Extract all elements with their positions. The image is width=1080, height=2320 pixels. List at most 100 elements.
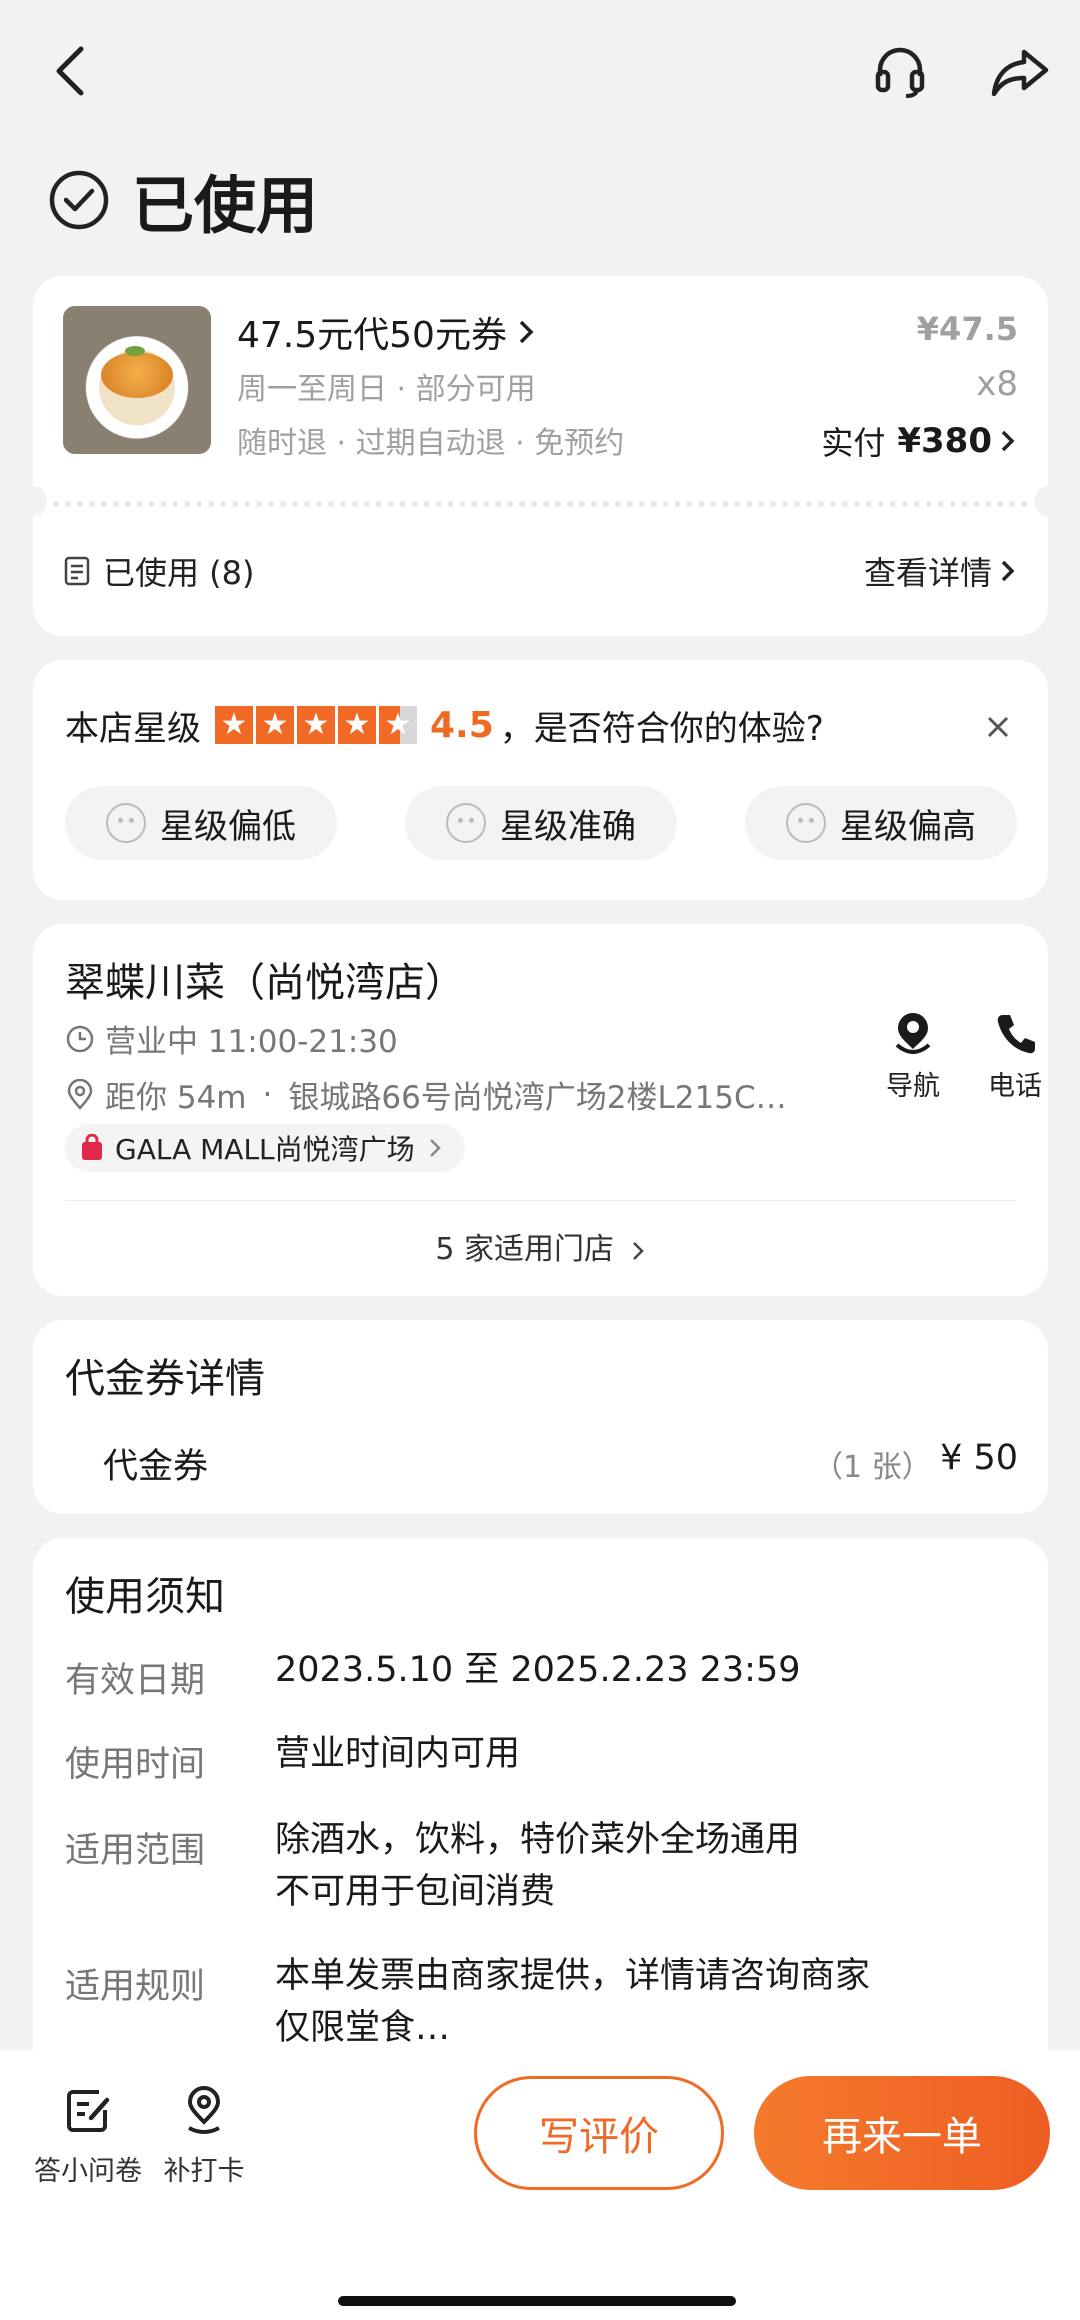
headset-icon <box>875 47 925 98</box>
receipt-icon <box>64 556 90 586</box>
checkin-button[interactable]: 补打卡 <box>158 2086 250 2188</box>
order-card: 47.5元代50元券 周一至周日 · 部分可用 随时退 · 过期自动退 · 免预… <box>19 276 1062 636</box>
notice-value-time: 营业时间内可用 <box>275 1734 521 1774</box>
store-hours: 营业中 11:00-21:30 <box>105 1024 398 1060</box>
close-button[interactable] <box>973 702 1023 752</box>
rating-score: 4.5 <box>430 704 494 746</box>
applicable-stores-label: 5 家适用门店 <box>435 1232 615 1267</box>
mall-tag[interactable]: GALA MALL尚悦湾广场 <box>65 1124 465 1172</box>
store-address-row[interactable]: 距你 54m · 银城路66号尚悦湾广场2楼L215C… <box>65 1072 787 1117</box>
applicable-stores-link[interactable]: 5 家适用门店 <box>33 1224 1048 1268</box>
status-header: 已使用 <box>48 160 318 242</box>
notice-value-validity: 2023.5.10 至 2025.2.23 23:59 <box>275 1650 801 1690</box>
rating-high-button[interactable]: 星级偏高 <box>745 786 1017 860</box>
rating-accurate-label: 星级准确 <box>500 806 636 847</box>
frown-face-icon <box>106 803 146 843</box>
location-pin-icon <box>67 1078 93 1110</box>
notice-value-scope: 除酒水，饮料，特价菜外全场通用 <box>275 1820 801 1860</box>
status-title: 已使用 <box>132 169 319 242</box>
notice-label-validity: 有效日期 <box>65 1661 206 1701</box>
product-thumbnail[interactable] <box>63 306 211 454</box>
survey-button[interactable]: 答小问卷 <box>28 2086 148 2188</box>
voucher-section-title: 代金券详情 <box>65 1356 265 1402</box>
frown-face-icon <box>786 803 826 843</box>
survey-edit-icon <box>67 2090 110 2132</box>
close-icon <box>987 716 1009 738</box>
rating-prefix: 本店星级 <box>65 708 201 749</box>
chevron-right-icon <box>429 1139 441 1157</box>
availability-text: 周一至周日 · 部分可用 <box>237 372 536 407</box>
chevron-right-icon <box>1001 560 1015 582</box>
navigate-label: 导航 <box>886 1071 940 1102</box>
customer-service-button[interactable] <box>862 34 938 110</box>
chevron-right-icon <box>519 320 534 344</box>
store-address: 银城路66号尚悦湾广场2楼L215C… <box>288 1080 787 1116</box>
store-card: 翠蝶川菜（尚悦湾店） 营业中 11:00-21:30 距你 54m · 银城路6… <box>33 924 1048 1296</box>
survey-label: 答小问卷 <box>34 2156 142 2187</box>
notice-label-scope: 适用范围 <box>65 1831 206 1871</box>
back-arrow-icon <box>56 46 84 96</box>
star-icon: ★ <box>215 706 253 744</box>
notice-value-rules-2: 仅限堂食… <box>275 2008 451 2048</box>
smile-face-icon <box>446 803 486 843</box>
perforation-divider <box>53 501 1028 507</box>
rating-card: 本店星级 ★ ★ ★ ★ ★ 4.5 ，是否符合你的体验? 星级偏低 星级准确 … <box>33 660 1048 900</box>
check-circle-icon <box>49 170 109 230</box>
quantity: x8 <box>976 364 1018 404</box>
paid-amount: ¥380 <box>897 421 992 461</box>
notice-label-time: 使用时间 <box>65 1745 206 1785</box>
divider <box>65 1200 1016 1201</box>
bottom-action-bar: 答小问卷 补打卡 写评价 再来一单 <box>0 2050 1080 2320</box>
half-star-icon: ★ <box>379 706 417 744</box>
phone-label: 电话 <box>988 1071 1042 1102</box>
used-row: 已使用 (8) 查看详情 <box>63 546 1018 596</box>
reorder-button[interactable]: 再来一单 <box>754 2076 1050 2190</box>
notice-value-scope-2: 不可用于包间消费 <box>275 1872 556 1912</box>
star-icon: ★ <box>297 706 335 744</box>
rating-high-label: 星级偏高 <box>840 806 976 847</box>
store-distance: 距你 54m <box>105 1080 247 1116</box>
rating-accurate-button[interactable]: 星级准确 <box>405 786 677 860</box>
share-icon <box>991 49 1049 97</box>
view-details-link[interactable]: 查看详情 <box>864 548 1018 594</box>
rating-question-text: ，是否符合你的体验? <box>499 708 824 749</box>
store-name[interactable]: 翠蝶川菜（尚悦湾店） <box>65 950 465 1008</box>
chevron-right-icon <box>632 1241 644 1260</box>
location-pin-icon <box>187 2086 221 2134</box>
navigation-icon <box>895 1013 931 1054</box>
rating-low-label: 星级偏低 <box>160 806 296 847</box>
checkin-label: 补打卡 <box>163 2156 245 2187</box>
used-count: 已使用 (8) <box>103 554 255 592</box>
chevron-right-icon <box>1001 430 1015 452</box>
rating-low-button[interactable]: 星级偏低 <box>65 786 337 860</box>
navigate-button[interactable]: 导航 <box>873 1009 953 1103</box>
star-icon: ★ <box>338 706 376 744</box>
voucher-name: 代金券 <box>103 1447 209 1487</box>
star-rating: ★ ★ ★ ★ ★ <box>215 706 420 744</box>
write-review-button[interactable]: 写评价 <box>474 2076 724 2190</box>
shopping-bag-icon <box>82 1134 102 1160</box>
back-button[interactable] <box>36 36 106 106</box>
voucher-count: （1 张） <box>813 1450 932 1485</box>
paid-amount-row[interactable]: 实付 ¥380 <box>821 418 1018 464</box>
mall-name: GALA MALL尚悦湾广场 <box>115 1133 415 1166</box>
product-title[interactable]: 47.5元代50元券 <box>237 306 537 358</box>
unit-price: ¥47.5 <box>916 310 1018 348</box>
phone-button[interactable]: 电话 <box>975 1009 1055 1103</box>
view-details-label: 查看详情 <box>863 554 992 592</box>
rating-question: 本店星级 ★ ★ ★ ★ ★ 4.5 ，是否符合你的体验? <box>65 700 824 750</box>
phone-icon <box>997 1015 1035 1054</box>
refund-policy-text: 随时退 · 过期自动退 · 免预约 <box>237 426 625 461</box>
clock-icon <box>66 1025 94 1052</box>
usage-notice-card: 使用须知 有效日期 2023.5.10 至 2025.2.23 23:59 使用… <box>33 1538 1048 2098</box>
share-button[interactable] <box>982 34 1058 110</box>
voucher-value: ¥ 50 <box>940 1438 1018 1478</box>
notice-value-rules: 本单发票由商家提供，详情请咨询商家 <box>275 1956 871 1996</box>
store-hours-row: 营业中 11:00-21:30 <box>65 1016 398 1061</box>
voucher-detail-card: 代金券详情 代金券 （1 张） ¥ 50 <box>33 1320 1048 1514</box>
notice-label-rules: 适用规则 <box>65 1967 206 2007</box>
home-indicator[interactable] <box>338 2296 736 2306</box>
star-icon: ★ <box>256 706 294 744</box>
notice-section-title: 使用须知 <box>65 1574 225 1620</box>
product-title-text: 47.5元代50元券 <box>237 315 507 356</box>
